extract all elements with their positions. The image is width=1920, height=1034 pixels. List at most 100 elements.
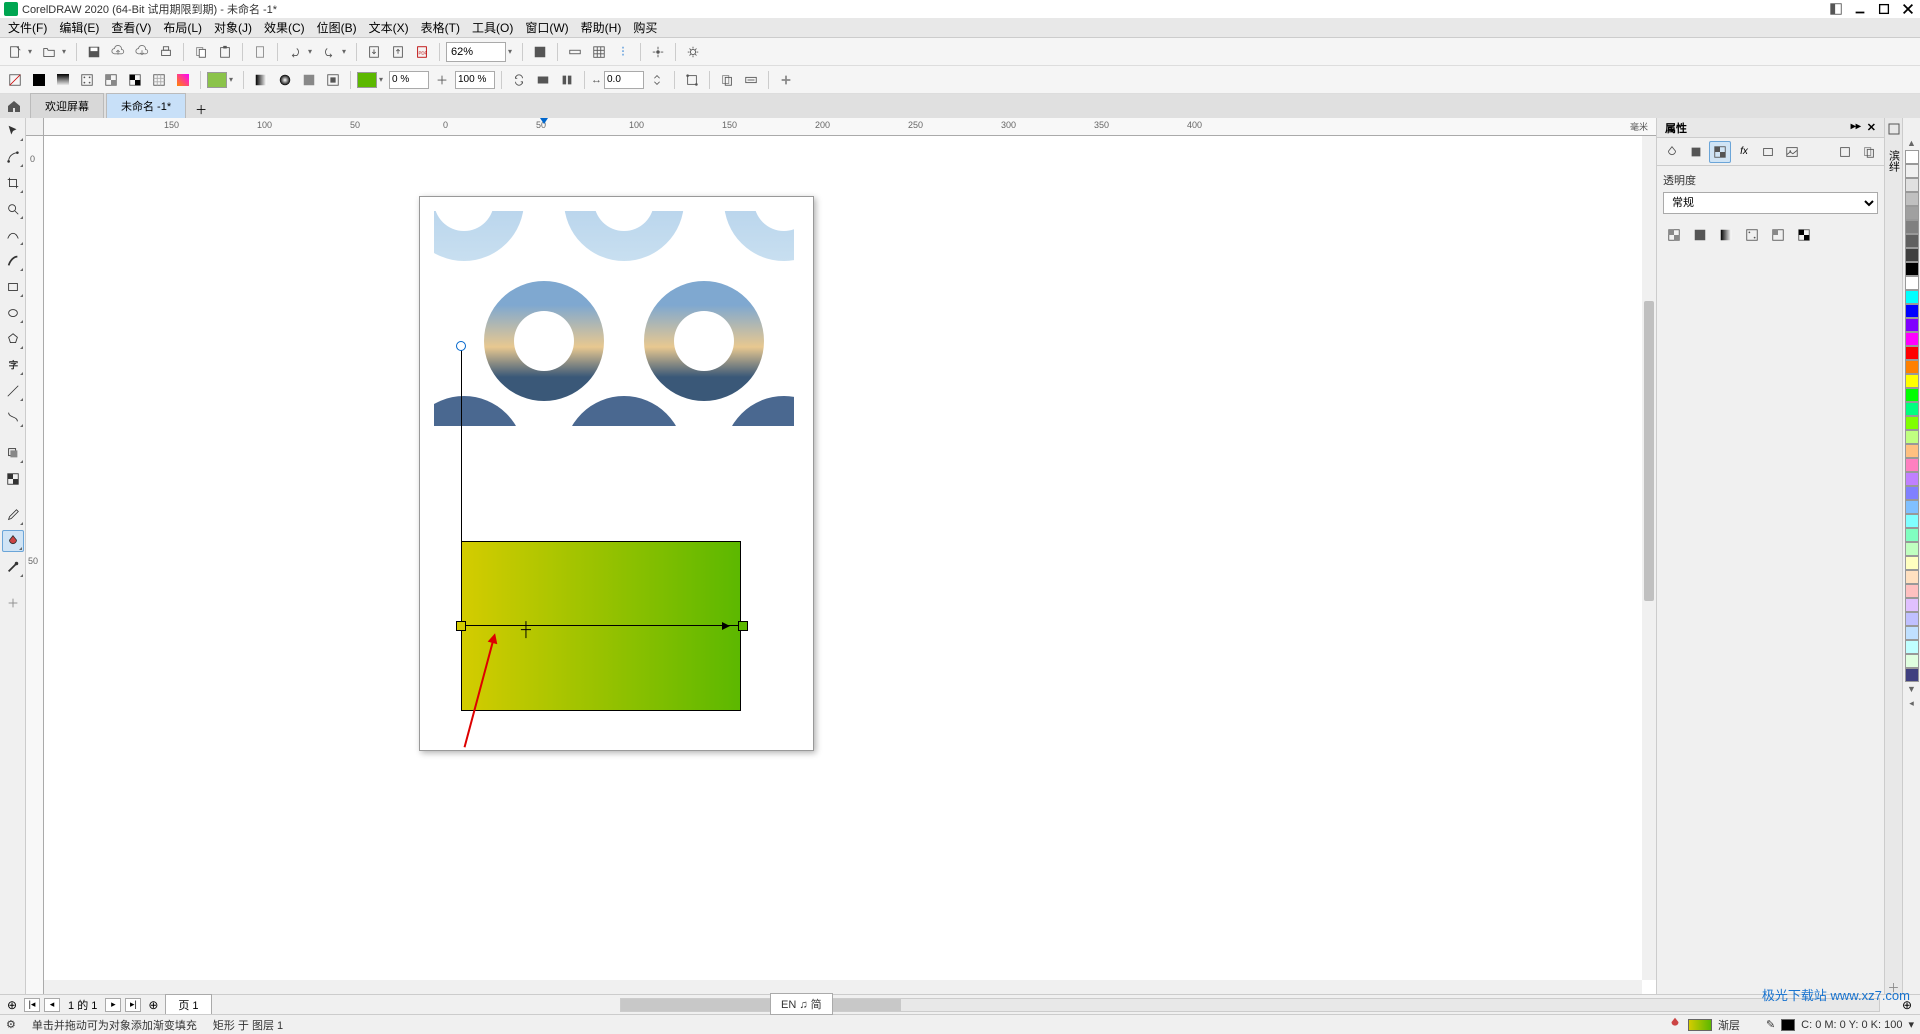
menu-table[interactable]: 表格(T) [415,17,466,38]
edit-fill-button[interactable] [740,69,762,91]
postscript-fill-icon[interactable] [172,69,194,91]
new-doc-button[interactable] [4,41,26,63]
zoom-input[interactable] [446,42,506,62]
gear-icon[interactable]: ⚙ [6,1018,16,1031]
node-position-input[interactable] [455,71,495,89]
transparency-tool[interactable] [2,468,24,490]
guides-button[interactable] [612,41,634,63]
polygon-tool[interactable] [2,328,24,350]
grad-end-dropdown[interactable]: ▾ [379,75,387,84]
stepper-icon[interactable] [646,69,668,91]
menu-object[interactable]: 对象(J) [208,17,258,38]
palette-swatch[interactable] [1905,178,1919,192]
smooth-button[interactable] [556,69,578,91]
conical-gradient-icon[interactable] [298,69,320,91]
transparency-vector-icon[interactable] [1741,224,1763,246]
page-insert-icon[interactable]: ⊕ [145,997,161,1013]
palette-swatch[interactable] [1905,332,1919,346]
palette-swatch[interactable] [1905,262,1919,276]
gradient-end-color-swatch[interactable] [357,72,377,88]
menu-window[interactable]: 窗口(W) [519,17,574,38]
docker-rect-tab[interactable] [1757,141,1779,163]
no-fill-icon[interactable] [4,69,26,91]
last-page-button[interactable]: ▸| [125,998,141,1012]
color-eyedropper-tool[interactable] [2,504,24,526]
fill-color-swatch[interactable] [207,72,227,88]
toolbox-add-button[interactable] [2,592,24,614]
menu-help[interactable]: 帮助(H) [575,17,628,38]
freehand-tool[interactable] [2,224,24,246]
palette-swatch[interactable] [1905,164,1919,178]
node-transparency-input[interactable] [389,71,429,89]
palette-swatch[interactable] [1905,612,1919,626]
palette-swatch[interactable] [1905,556,1919,570]
menu-file[interactable]: 文件(F) [2,17,53,38]
options-button[interactable] [682,41,704,63]
palette-swatch[interactable] [1905,430,1919,444]
snap-button[interactable] [647,41,669,63]
export-button[interactable] [387,41,409,63]
texture-fill-icon[interactable] [148,69,170,91]
docker-side-add-icon[interactable]: ＋ [1887,980,1901,994]
docker-bitmap-tab[interactable] [1781,141,1803,163]
palette-swatch[interactable] [1905,192,1919,206]
window-dock-icon[interactable] [1828,1,1844,17]
radial-gradient-icon[interactable] [274,69,296,91]
palette-swatch[interactable] [1905,570,1919,584]
shape-tool[interactable] [2,146,24,168]
palette-swatch[interactable] [1905,598,1919,612]
canvas-viewport[interactable]: ┼ [44,136,1642,980]
square-gradient-icon[interactable] [322,69,344,91]
palette-flyout-arrow[interactable]: ◂ [1909,696,1914,711]
palette-swatch[interactable] [1905,542,1919,556]
fountain-fill-icon[interactable] [52,69,74,91]
next-page-button[interactable]: ▸ [105,998,121,1012]
palette-swatch[interactable] [1905,304,1919,318]
save-button[interactable] [83,41,105,63]
palette-swatch[interactable] [1905,528,1919,542]
gradient-vector-line[interactable] [461,625,746,626]
palette-swatch[interactable] [1905,514,1919,528]
docker-side-icon[interactable] [1887,122,1901,136]
palette-swatch[interactable] [1905,318,1919,332]
docker-fill-tab[interactable] [1661,141,1683,163]
tab-welcome[interactable]: 欢迎屏幕 [30,93,104,118]
parallel-dim-tool[interactable] [2,380,24,402]
merge-mode-select[interactable]: 常规 [1663,192,1878,214]
palette-swatch[interactable] [1905,444,1919,458]
free-scale-button[interactable] [681,69,703,91]
grid-button[interactable] [588,41,610,63]
text-tool[interactable]: 字 [2,354,24,376]
rotation-handle[interactable] [456,341,466,351]
rulers-button[interactable] [564,41,586,63]
menu-bitmap[interactable]: 位图(B) [311,17,363,38]
rectangle-tool[interactable] [2,276,24,298]
undo-button[interactable] [284,41,306,63]
navigator-icon[interactable]: ⊕ [1902,998,1912,1012]
horizontal-ruler[interactable]: 毫米 150 100 50 0 50 100 150 200 250 300 3… [44,118,1656,136]
docker-collapse-icon[interactable]: ▸▸ [1851,121,1861,134]
palette-swatch[interactable] [1905,640,1919,654]
palette-swatch[interactable] [1905,416,1919,430]
ruler-corner[interactable] [26,118,44,136]
palette-swatch[interactable] [1905,360,1919,374]
open-button[interactable] [38,41,60,63]
palette-swatch[interactable] [1905,206,1919,220]
fill-swatch[interactable] [1688,1019,1712,1031]
copy-fill-button[interactable] [716,69,738,91]
arrange-fill-button[interactable] [532,69,554,91]
transparency-bitmap-icon[interactable] [1767,224,1789,246]
palette-swatch[interactable] [1905,374,1919,388]
palette-swatch[interactable] [1905,500,1919,514]
docker-close-icon[interactable]: ✕ [1867,121,1876,134]
docker-transparency-tab[interactable] [1709,141,1731,163]
docker-fx-tab[interactable]: fx [1733,141,1755,163]
vertical-ruler[interactable]: 0 50 [26,136,44,994]
status-menu-icon[interactable]: ▾ [1908,1018,1914,1031]
gradient-start-node[interactable] [456,621,466,631]
menu-view[interactable]: 查看(V) [105,17,157,38]
palette-swatch[interactable] [1905,150,1919,164]
palette-swatch[interactable] [1905,584,1919,598]
ellipse-tool[interactable] [2,302,24,324]
close-button[interactable] [1900,1,1916,17]
